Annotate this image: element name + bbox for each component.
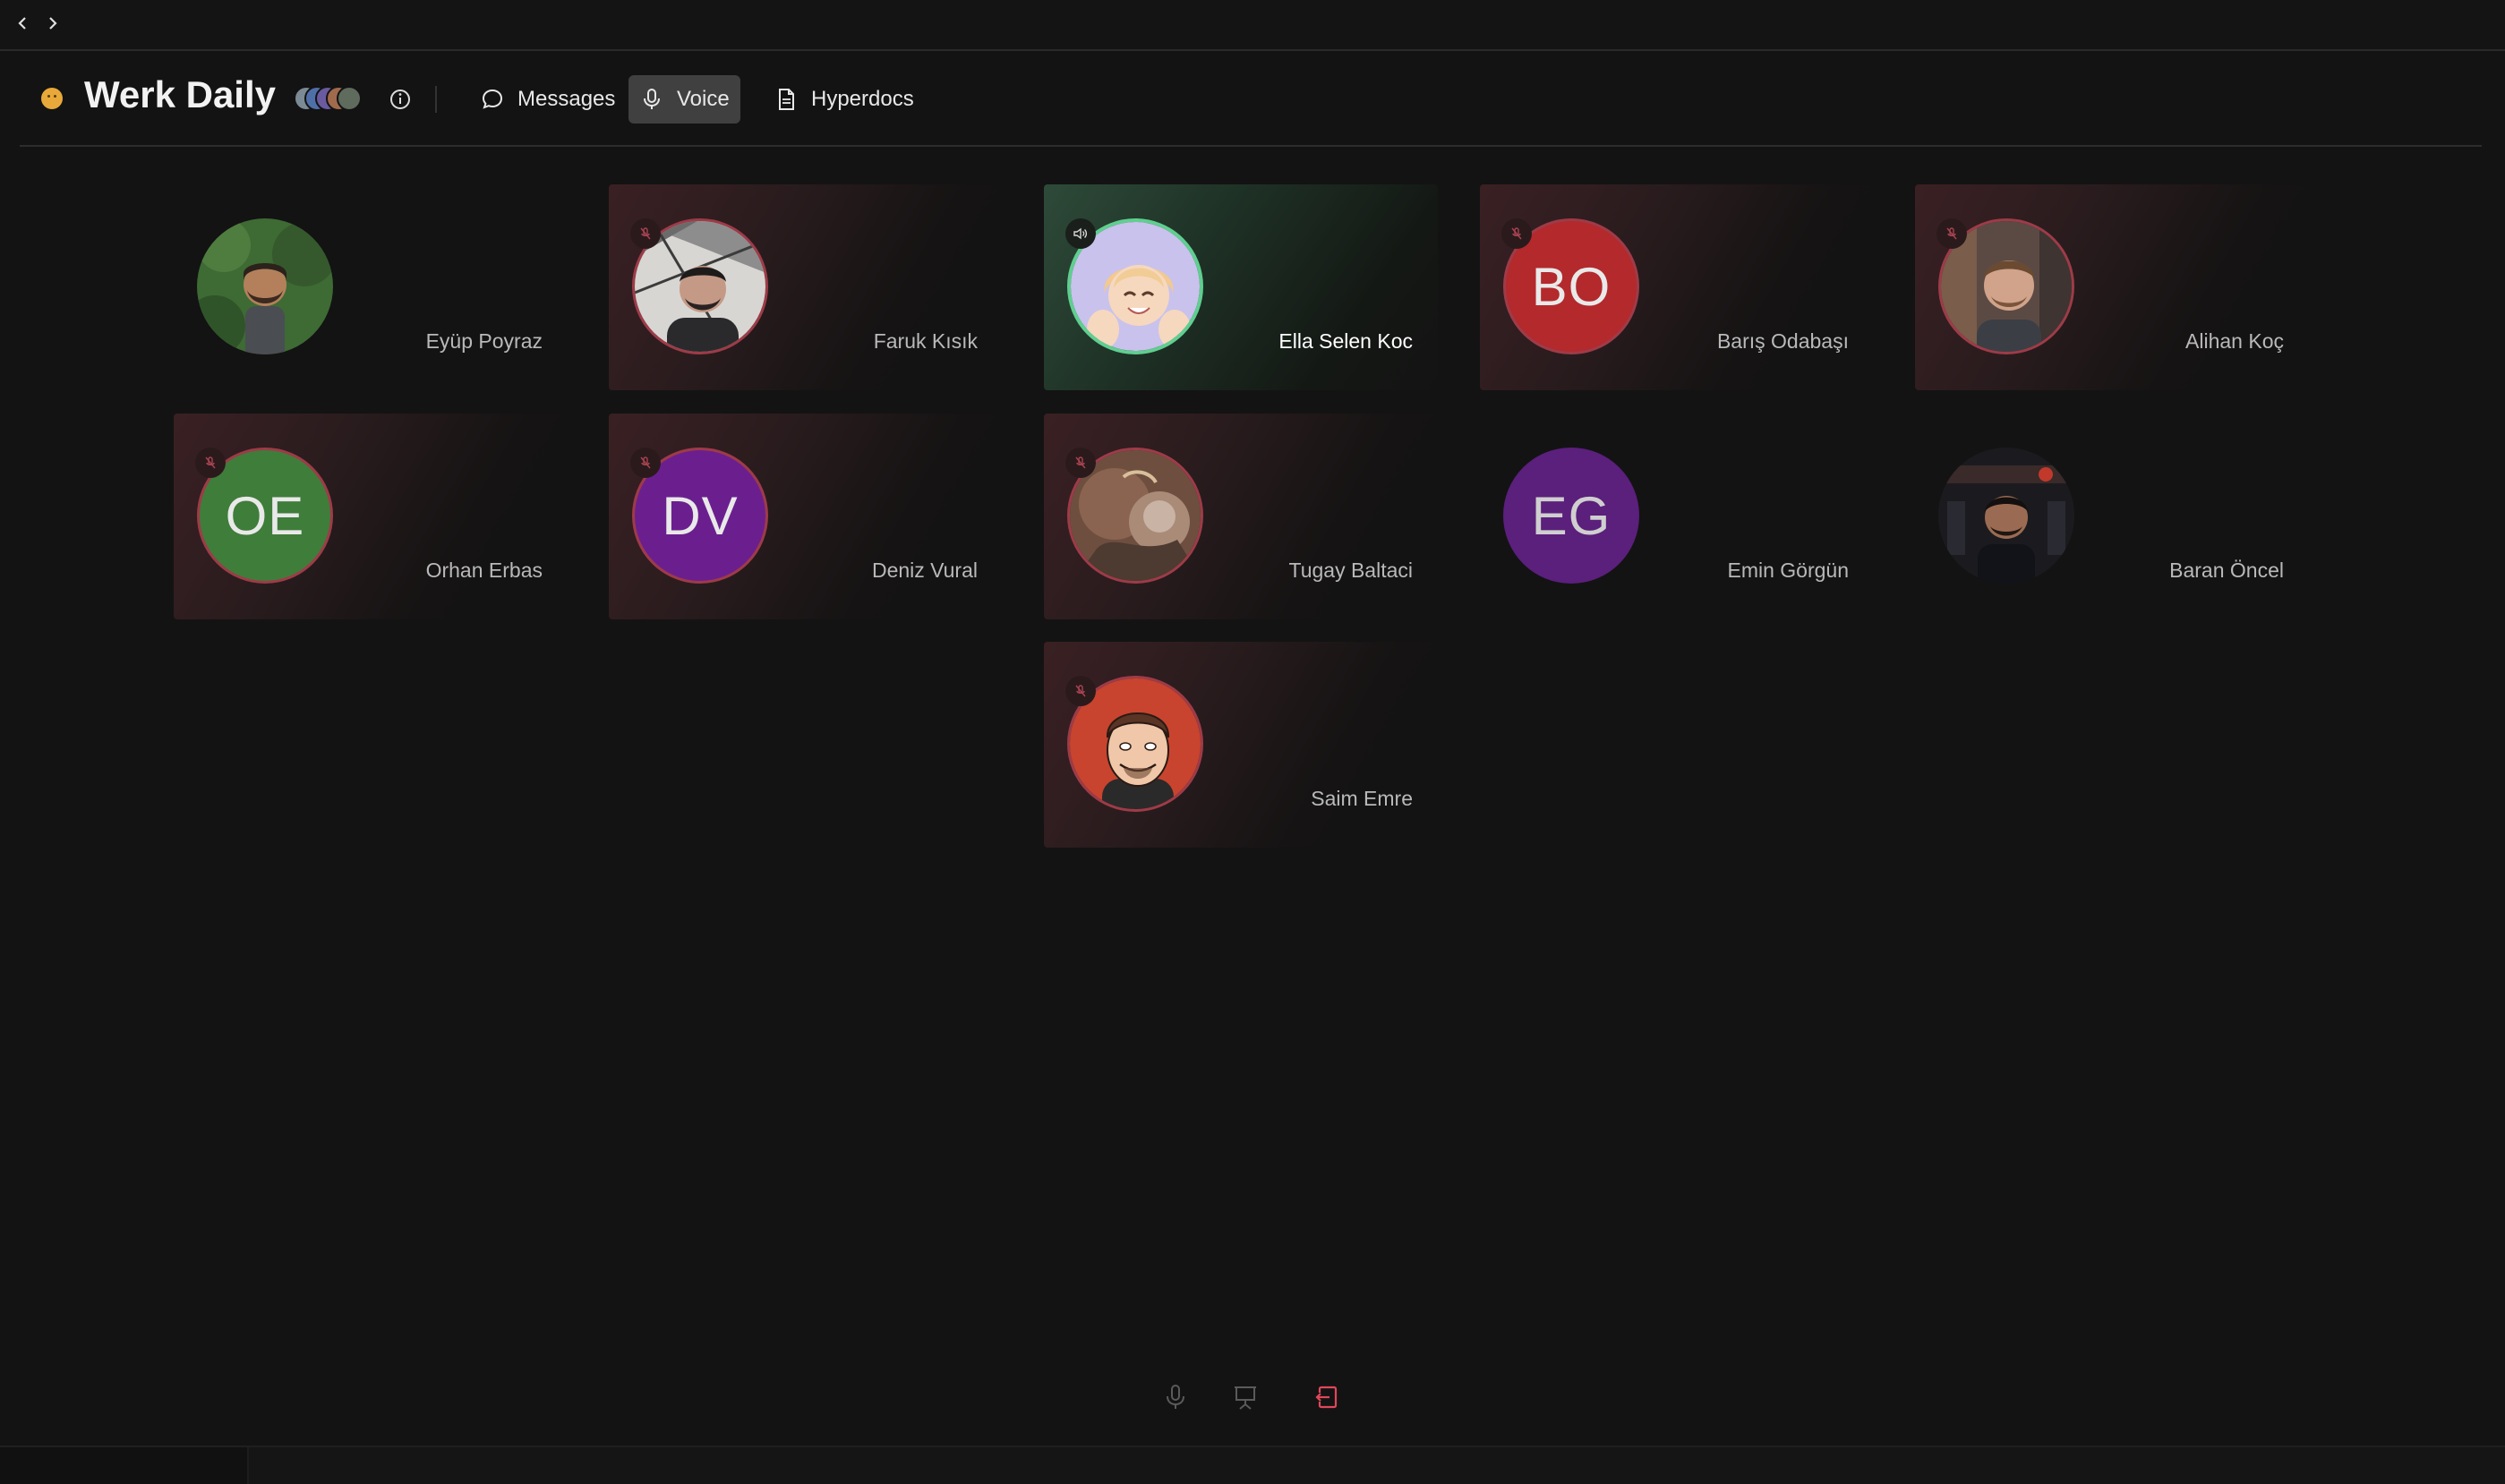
- tab-hyperdocs[interactable]: Hyperdocs: [763, 75, 925, 124]
- avatar: EG: [1503, 448, 1639, 584]
- call-controls: [0, 1378, 2505, 1423]
- participant-name: Barış Odabaşı: [1716, 329, 1849, 353]
- participant-name: Saim Emre: [1311, 787, 1413, 810]
- participant-tile-speaking[interactable]: Ella Selen Koc: [1044, 184, 1438, 390]
- status-bar-left: [0, 1447, 249, 1484]
- participant-name: Faruk Kısık: [873, 329, 978, 353]
- tab-voice[interactable]: Voice: [628, 75, 740, 124]
- mic-muted-icon: [1501, 218, 1532, 249]
- tab-messages[interactable]: Messages: [469, 75, 626, 124]
- microphone-icon[interactable]: [1158, 1378, 1193, 1416]
- microphone-icon: [644, 89, 660, 109]
- tab-label: Messages: [517, 87, 616, 111]
- mic-muted-icon: [195, 448, 226, 478]
- mic-muted-icon: [1065, 448, 1096, 478]
- avatar: [1938, 448, 2074, 584]
- avatar: [337, 86, 362, 111]
- leave-call-icon[interactable]: [1308, 1378, 1344, 1416]
- document-icon: [779, 89, 794, 110]
- participant-tile[interactable]: EG Emin Görgün: [1480, 414, 1874, 619]
- avatar: [197, 218, 333, 354]
- smiling-emoji-icon: [41, 88, 63, 109]
- participant-tile[interactable]: DV Deniz Vural: [609, 414, 1003, 619]
- participant-name: Emin Görgün: [1727, 559, 1849, 582]
- member-avatar-stack[interactable]: [294, 86, 365, 111]
- message-bubble-icon: [482, 89, 503, 109]
- mic-muted-icon: [630, 448, 661, 478]
- participant-tile[interactable]: Tugay Baltaci: [1044, 414, 1438, 619]
- mic-muted-icon: [1065, 676, 1096, 706]
- participant-name: Tugay Baltaci: [1288, 559, 1414, 582]
- status-bar: [0, 1446, 2505, 1484]
- mic-muted-icon: [1936, 218, 1967, 249]
- participant-tile[interactable]: BO Barış Odabaşı: [1480, 184, 1874, 390]
- participant-name: Baran Öncel: [2169, 559, 2284, 582]
- participant-tile[interactable]: Saim Emre: [1044, 642, 1438, 848]
- speaker-active-icon: [1065, 218, 1096, 249]
- mic-muted-icon: [630, 218, 661, 249]
- screen-share-icon[interactable]: [1227, 1378, 1263, 1416]
- window-top-bar: [0, 0, 2505, 51]
- participant-name: Orhan Erbas: [425, 559, 543, 582]
- participant-tile[interactable]: Alihan Koç: [1915, 184, 2309, 390]
- participant-name: Alihan Koç: [2185, 329, 2284, 353]
- participant-tile[interactable]: Baran Öncel: [1915, 414, 2309, 619]
- participant-tile[interactable]: Eyüp Poyraz: [174, 184, 568, 390]
- participant-tile[interactable]: Faruk Kısık: [609, 184, 1003, 390]
- participant-tile[interactable]: OE Orhan Erbas: [174, 414, 568, 619]
- chevron-left-icon[interactable]: [11, 11, 36, 36]
- tab-label: Voice: [677, 87, 730, 111]
- participant-name: Deniz Vural: [871, 559, 978, 582]
- divider: [435, 86, 437, 113]
- participant-name: Ella Selen Koc: [1278, 329, 1413, 353]
- participant-name: Eyüp Poyraz: [425, 329, 543, 353]
- chevron-right-icon[interactable]: [39, 11, 64, 36]
- info-icon[interactable]: [387, 86, 414, 113]
- tab-label: Hyperdocs: [811, 87, 914, 111]
- page-title: Werk Daily: [84, 73, 276, 115]
- avatar-initials: EG: [1531, 485, 1612, 546]
- channel-header: Werk Daily Messages Voice Hyperdocs: [20, 52, 2482, 147]
